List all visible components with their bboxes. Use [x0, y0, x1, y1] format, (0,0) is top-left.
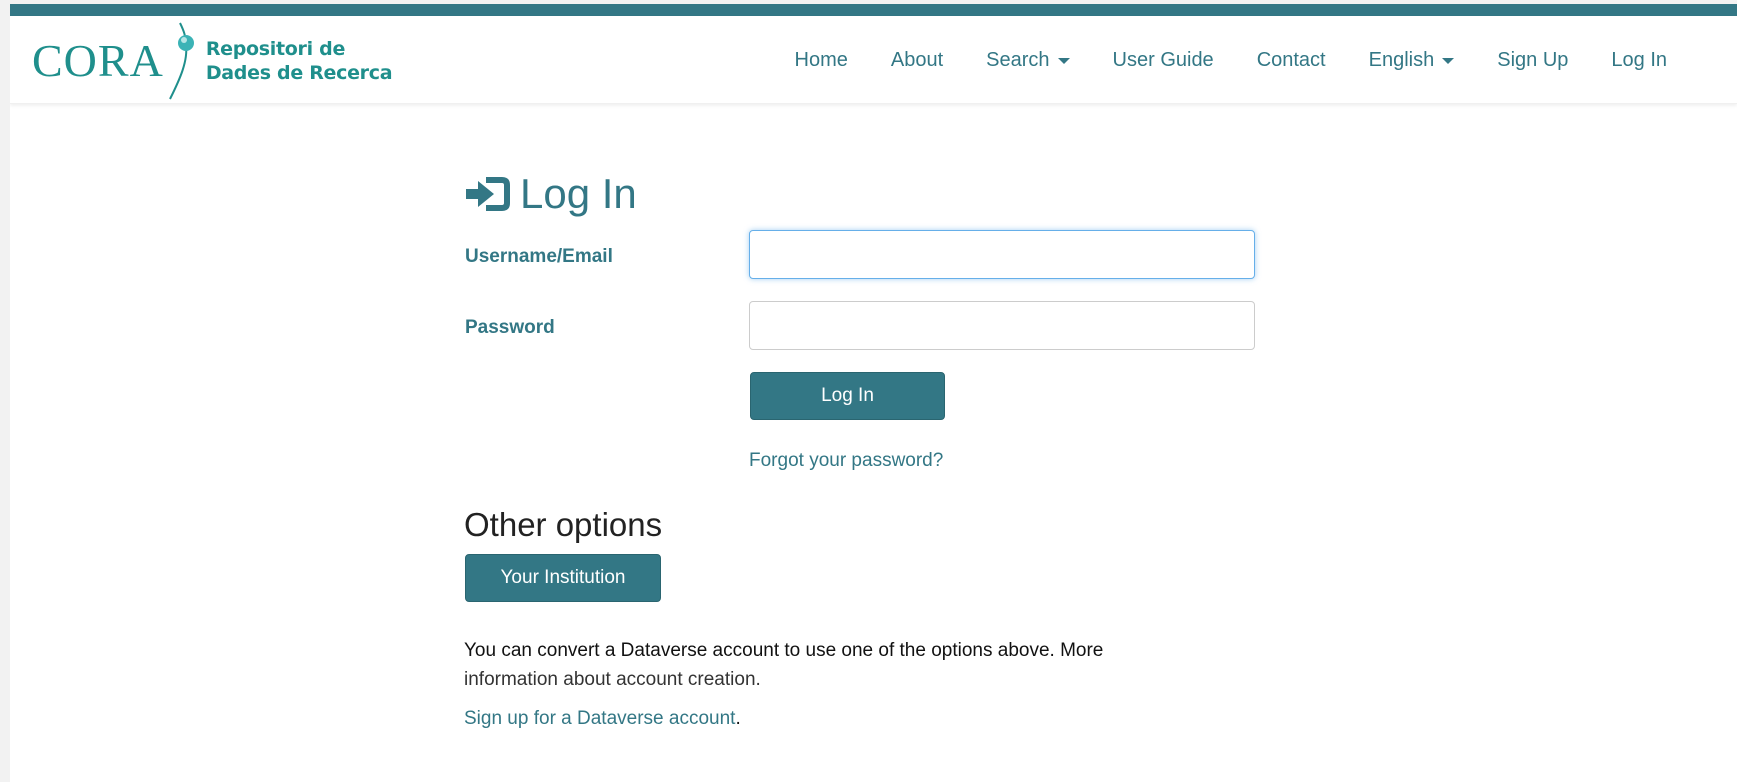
brand-subtitle-line2: Dades de Recerca: [205, 62, 393, 84]
caret-down-icon: [1057, 58, 1070, 64]
other-options-heading: Other options: [464, 506, 663, 543]
nav-sign-up-label: Sign Up: [1497, 48, 1569, 71]
signup-line: Sign up for a Dataverse account.: [464, 708, 741, 730]
nav-user-guide[interactable]: User Guide: [1113, 49, 1214, 72]
caret-down-icon: [1442, 58, 1455, 64]
brand-subtitle: Repositori de Dades de Recerca: [205, 37, 393, 85]
brand-subtitle-line1: Repositori de: [205, 38, 346, 60]
nav-about[interactable]: About: [891, 49, 943, 72]
top-accent-bar: [10, 4, 1737, 16]
password-label: Password: [465, 317, 555, 338]
nav-language-dropdown[interactable]: English: [1369, 49, 1455, 72]
nav-search-label: Search: [986, 48, 1050, 71]
password-input[interactable]: [749, 301, 1255, 350]
brand-name: CORA: [32, 35, 164, 86]
page-title-text: Log In: [520, 170, 637, 217]
nav-about-label: About: [890, 48, 944, 71]
account-conversion-text: You can convert a Dataverse account to u…: [464, 636, 1164, 694]
nav-log-in-label: Log In: [1611, 48, 1667, 71]
login-button[interactable]: Log In: [750, 372, 945, 420]
signup-suffix: .: [735, 708, 741, 729]
browser-page: CORA Repositori de Dades de Recerca Home…: [10, 4, 1737, 782]
cora-swirl-icon: [168, 22, 194, 100]
page-title: Log In: [464, 170, 637, 218]
nav-home[interactable]: Home: [795, 49, 848, 72]
login-button-label: Log In: [821, 385, 874, 406]
forgot-password-link[interactable]: Forgot your password?: [749, 450, 943, 472]
navbar: CORA Repositori de Dades de Recerca Home…: [10, 16, 1737, 104]
nav-search-dropdown[interactable]: Search: [986, 48, 1070, 72]
nav-home-label: Home: [794, 48, 848, 71]
nav-user-guide-label: User Guide: [1112, 48, 1214, 71]
your-institution-label: Your Institution: [500, 567, 626, 588]
nav-sign-up[interactable]: Sign Up: [1497, 49, 1568, 72]
nav-log-in[interactable]: Log In: [1611, 49, 1667, 72]
info-text-line1: You can convert a Dataverse account to u…: [464, 640, 1104, 661]
login-icon: [466, 177, 510, 211]
username-input[interactable]: [749, 230, 1255, 279]
brand-logo[interactable]: CORA Repositori de Dades de Recerca: [32, 22, 393, 100]
main-nav: Home About Search User Guide Contact Eng…: [752, 16, 1667, 104]
signup-dataverse-link[interactable]: Sign up for a Dataverse account: [464, 708, 735, 729]
nav-language-label: English: [1368, 48, 1435, 71]
nav-contact-label: Contact: [1256, 48, 1326, 71]
username-label: Username/Email: [465, 246, 613, 267]
nav-contact[interactable]: Contact: [1257, 49, 1326, 72]
your-institution-button[interactable]: Your Institution: [465, 554, 661, 602]
info-text-line2: information about account creation.: [464, 669, 761, 690]
